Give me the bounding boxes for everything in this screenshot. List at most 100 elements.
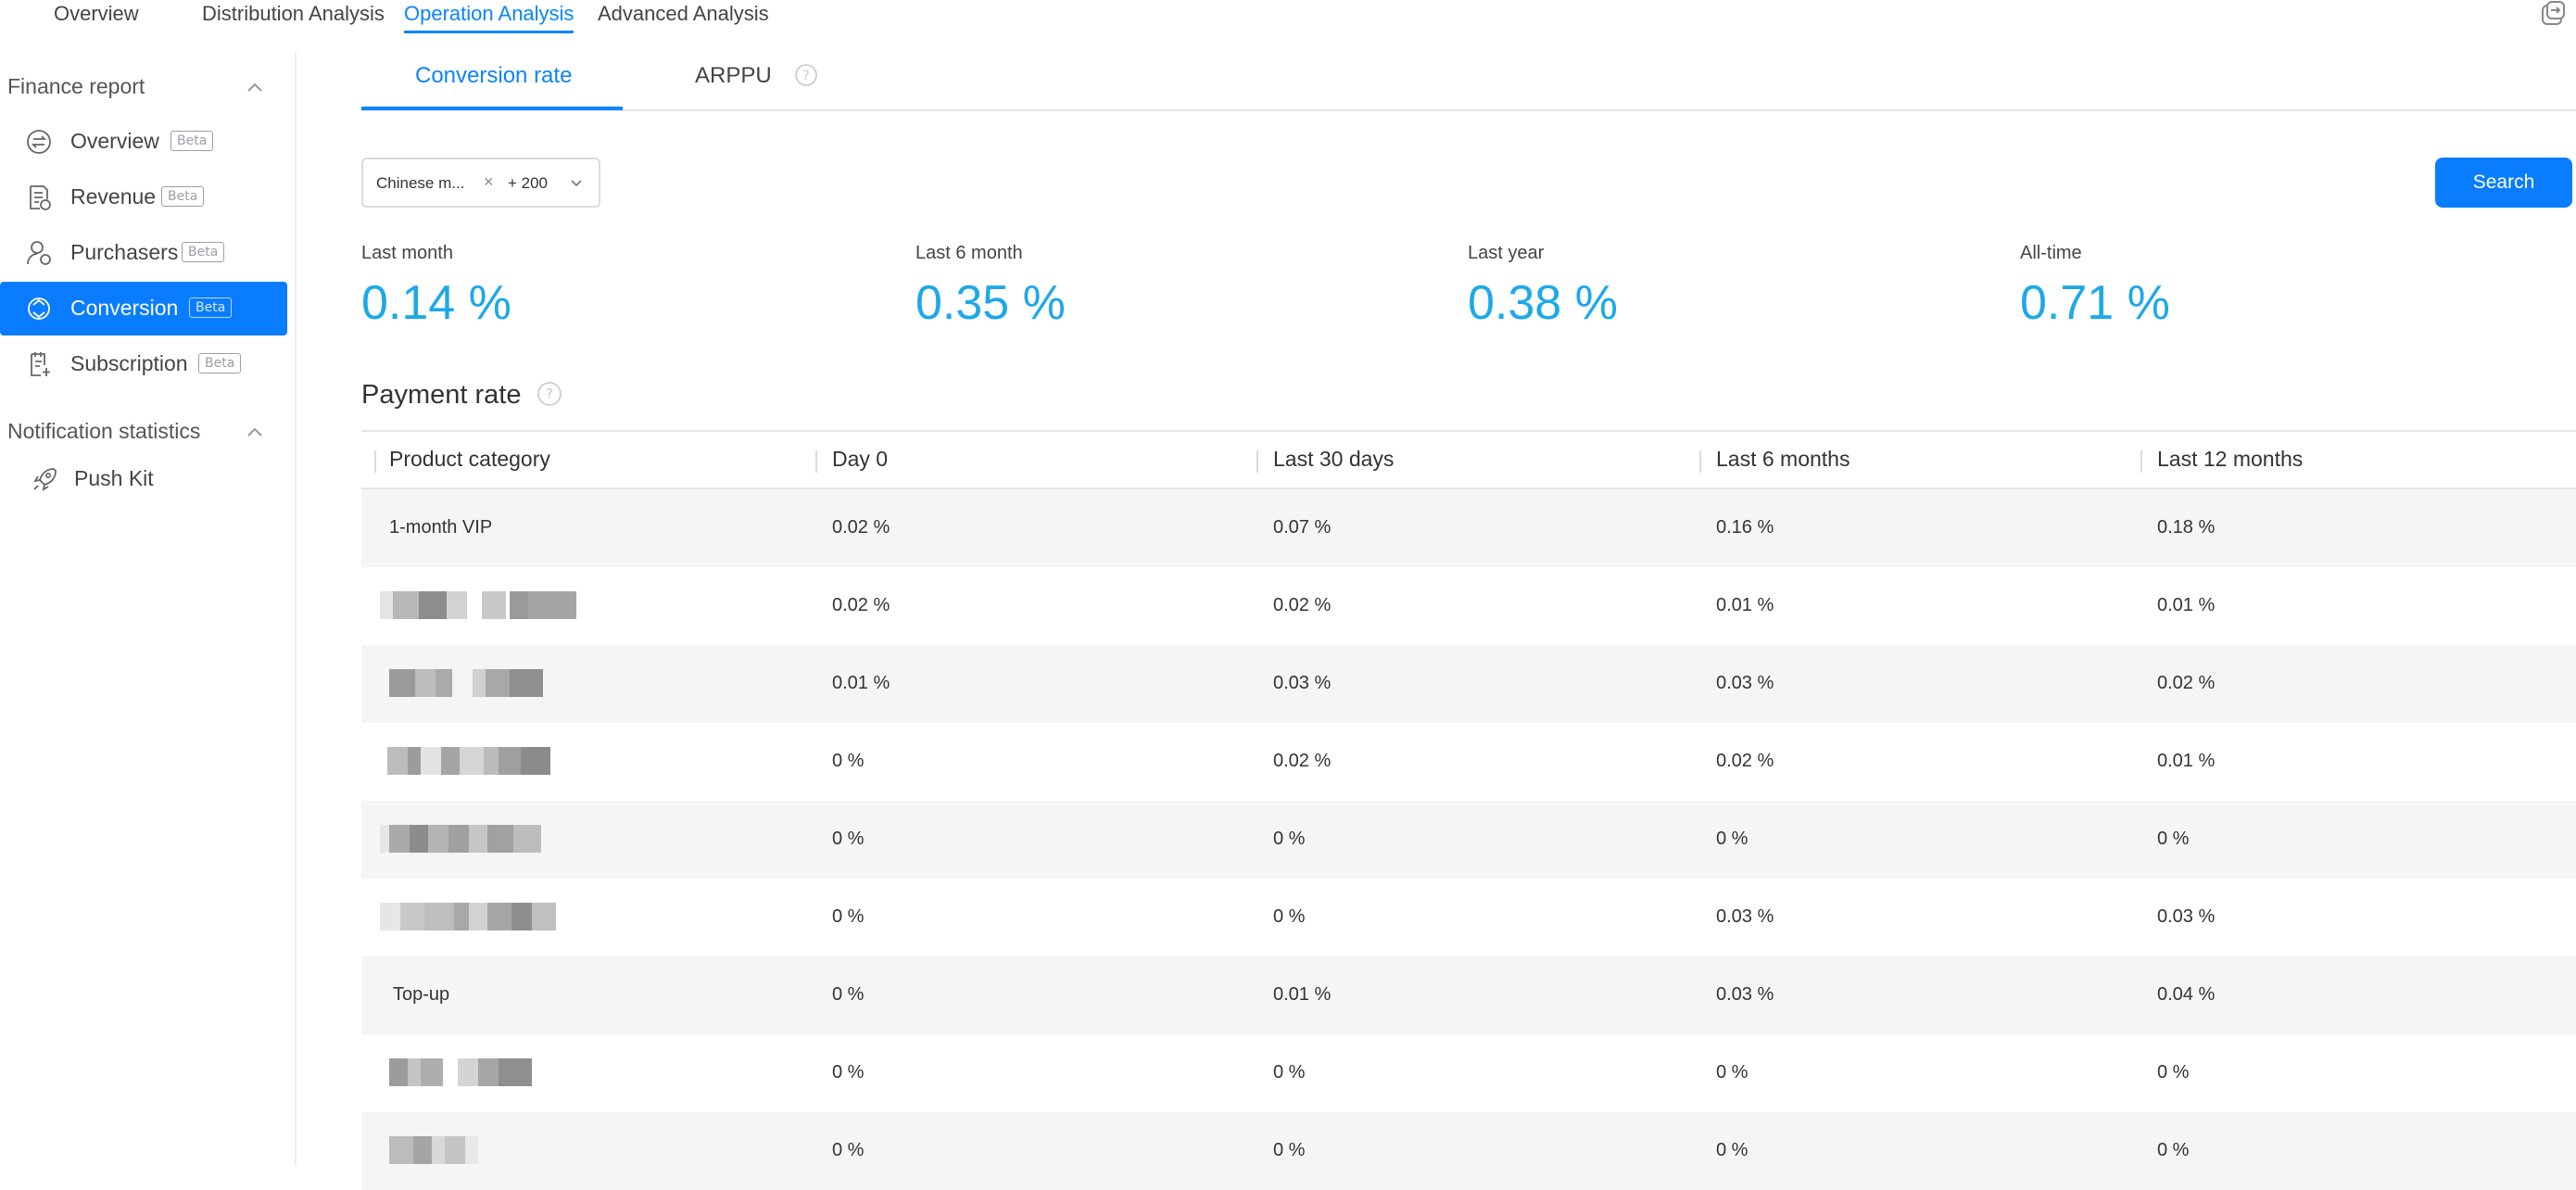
rate-cell: 0 % (2157, 829, 2190, 849)
kpi-value: 0.38 % (1468, 276, 1618, 330)
rate-cell: 0 % (1273, 1140, 1306, 1160)
sidebar: Finance report Overview Beta Revenue Bet… (0, 52, 297, 1165)
sidebar-item-purchasers[interactable]: Purchasers Beta (0, 226, 287, 280)
close-icon[interactable]: × (484, 172, 494, 192)
finance-report-header[interactable]: Finance report (7, 74, 145, 99)
kpi-all-time: All-time 0.71 % (2020, 243, 2539, 331)
rate-cell: 0.01 % (832, 673, 890, 693)
beta-badge: Beta (170, 131, 214, 151)
sidebar-item-label: Revenue (70, 184, 157, 209)
column-separator (815, 450, 817, 473)
rate-cell: 0 % (1716, 1062, 1749, 1082)
subtabs-divider (361, 109, 2576, 111)
kpi-last-month: Last month 0.14 % (361, 243, 880, 331)
table-row: 0.01 % 0.03 % 0.03 % 0.02 % (361, 645, 2576, 723)
column-header: Last 12 months (2157, 447, 2304, 471)
exit-fullscreen-icon[interactable] (2539, 0, 2567, 28)
chevron-down-icon (571, 180, 582, 187)
rate-cell: 0 % (1273, 1062, 1306, 1082)
column-header: Product category (389, 447, 550, 471)
kpi-label: Last year (1468, 243, 1545, 263)
rate-cell: 0 % (1716, 829, 1749, 849)
rate-cell: 0.02 % (1716, 751, 1774, 771)
exchange-icon (27, 130, 51, 154)
sidebar-item-label: Purchasers (70, 240, 179, 264)
rate-cell: 0.03 % (1716, 673, 1774, 693)
tab-distribution-analysis[interactable]: Distribution Analysis (202, 2, 385, 26)
sidebar-item-revenue[interactable]: Revenue Beta (0, 171, 287, 224)
tab-advanced-analysis[interactable]: Advanced Analysis (598, 2, 769, 26)
rate-cell: 0 % (2157, 1062, 2190, 1082)
rate-cell: 0.02 % (1273, 751, 1332, 771)
table-row: 0 % 0 % 0 % 0 % (361, 801, 2576, 879)
sidebar-item-push-kit[interactable]: Push Kit (0, 452, 287, 506)
sidebar-item-label: Subscription (70, 351, 188, 375)
sidebar-item-label: Overview (70, 129, 159, 153)
rate-cell: 0.01 % (2157, 595, 2216, 615)
rate-cell: 0.02 % (832, 517, 890, 538)
tab-operation-analysis[interactable]: Operation Analysis (404, 2, 575, 33)
chevron-up-icon[interactable] (245, 78, 265, 98)
kpi-value: 0.14 % (361, 276, 511, 330)
kpi-label: Last 6 month (915, 243, 1023, 263)
column-header: Day 0 (832, 447, 889, 471)
sidebar-item-conversion[interactable]: Conversion Beta (0, 282, 287, 335)
active-subtab-underline (361, 107, 623, 110)
table-row: 0 % 0 % 0 % 0 % (361, 1112, 2576, 1190)
table-body: 1-month VIP 0.02 % 0.07 % 0.16 % 0.18 % 0.02 … (361, 489, 2576, 1190)
kpi-label: Last month (361, 243, 453, 263)
rate-cell: 0.01 % (1273, 984, 1332, 1005)
table-row: 0 % 0 % 0.03 % 0.03 % (361, 879, 2576, 956)
rate-cell: 0.03 % (1716, 906, 1774, 927)
rate-cell: 0 % (2157, 1140, 2190, 1160)
tab-overview[interactable]: Overview (54, 2, 139, 26)
tab-arppu[interactable]: ARPPU ? (695, 63, 818, 89)
rate-cell: 0.07 % (1273, 517, 1332, 538)
beta-badge: Beta (161, 186, 205, 207)
table-row: 0 % 0.02 % 0.02 % 0.01 % (361, 723, 2576, 801)
help-icon[interactable]: ? (537, 381, 562, 407)
beta-badge: Beta (198, 353, 242, 373)
chevron-up-icon[interactable] (245, 423, 265, 443)
rate-cell: 0.18 % (2157, 517, 2216, 538)
sidebar-item-overview[interactable]: Overview Beta (0, 115, 287, 169)
tab-conversion-rate[interactable]: Conversion rate (415, 63, 572, 89)
sidebar-item-label: Push Kit (74, 466, 154, 490)
redacted-product-name (389, 1136, 478, 1164)
table-row: 0.02 % 0.02 % 0.01 % 0.01 % (361, 567, 2576, 645)
rate-cell: 0.03 % (1716, 984, 1774, 1005)
redacted-product-name (380, 903, 576, 930)
rate-cell: 0.02 % (1273, 595, 1332, 615)
column-separator (1699, 450, 1701, 473)
search-button[interactable]: Search (2435, 158, 2572, 208)
table-row: 1-month VIP 0.02 % 0.07 % 0.16 % 0.18 % (361, 489, 2576, 567)
rate-cell: 0 % (1273, 829, 1306, 849)
notification-statistics-header[interactable]: Notification statistics (7, 419, 200, 444)
help-icon[interactable]: ? (794, 63, 818, 87)
market-filter-select[interactable]: Chinese m... × + 200 (361, 158, 600, 208)
rate-cell: 0.01 % (1716, 595, 1774, 615)
redacted-product-name (387, 747, 550, 775)
purchasers-user-icon (27, 241, 51, 265)
rate-cell: 0 % (832, 984, 865, 1005)
rate-cell: 0.02 % (2157, 673, 2216, 693)
sidebar-item-subscription[interactable]: Subscription Beta (0, 337, 287, 391)
rate-cell: 0 % (832, 1062, 865, 1082)
rate-cell: 0.03 % (1273, 673, 1332, 693)
table-header: Product category Day 0 Last 30 days Last… (361, 430, 2576, 489)
rate-cell: 0.04 % (2157, 984, 2216, 1005)
redacted-product-name (380, 591, 580, 619)
kpi-last-year: Last year 0.38 % (1468, 243, 1987, 331)
conversion-icon (28, 298, 50, 320)
column-separator (374, 450, 376, 473)
rate-cell: 0 % (832, 906, 865, 927)
rate-cell: 0.03 % (2157, 906, 2216, 927)
svg-text:?: ? (546, 386, 553, 402)
rate-cell: 0 % (1273, 906, 1306, 927)
column-separator (2140, 450, 2142, 473)
column-header: Last 6 months (1716, 447, 1850, 471)
filter-more-count: + 200 (508, 174, 549, 192)
rocket-icon (33, 468, 57, 491)
payment-rate-table: Product category Day 0 Last 30 days Last… (361, 430, 2576, 1190)
payment-rate-title-text: Payment rate (361, 380, 522, 410)
